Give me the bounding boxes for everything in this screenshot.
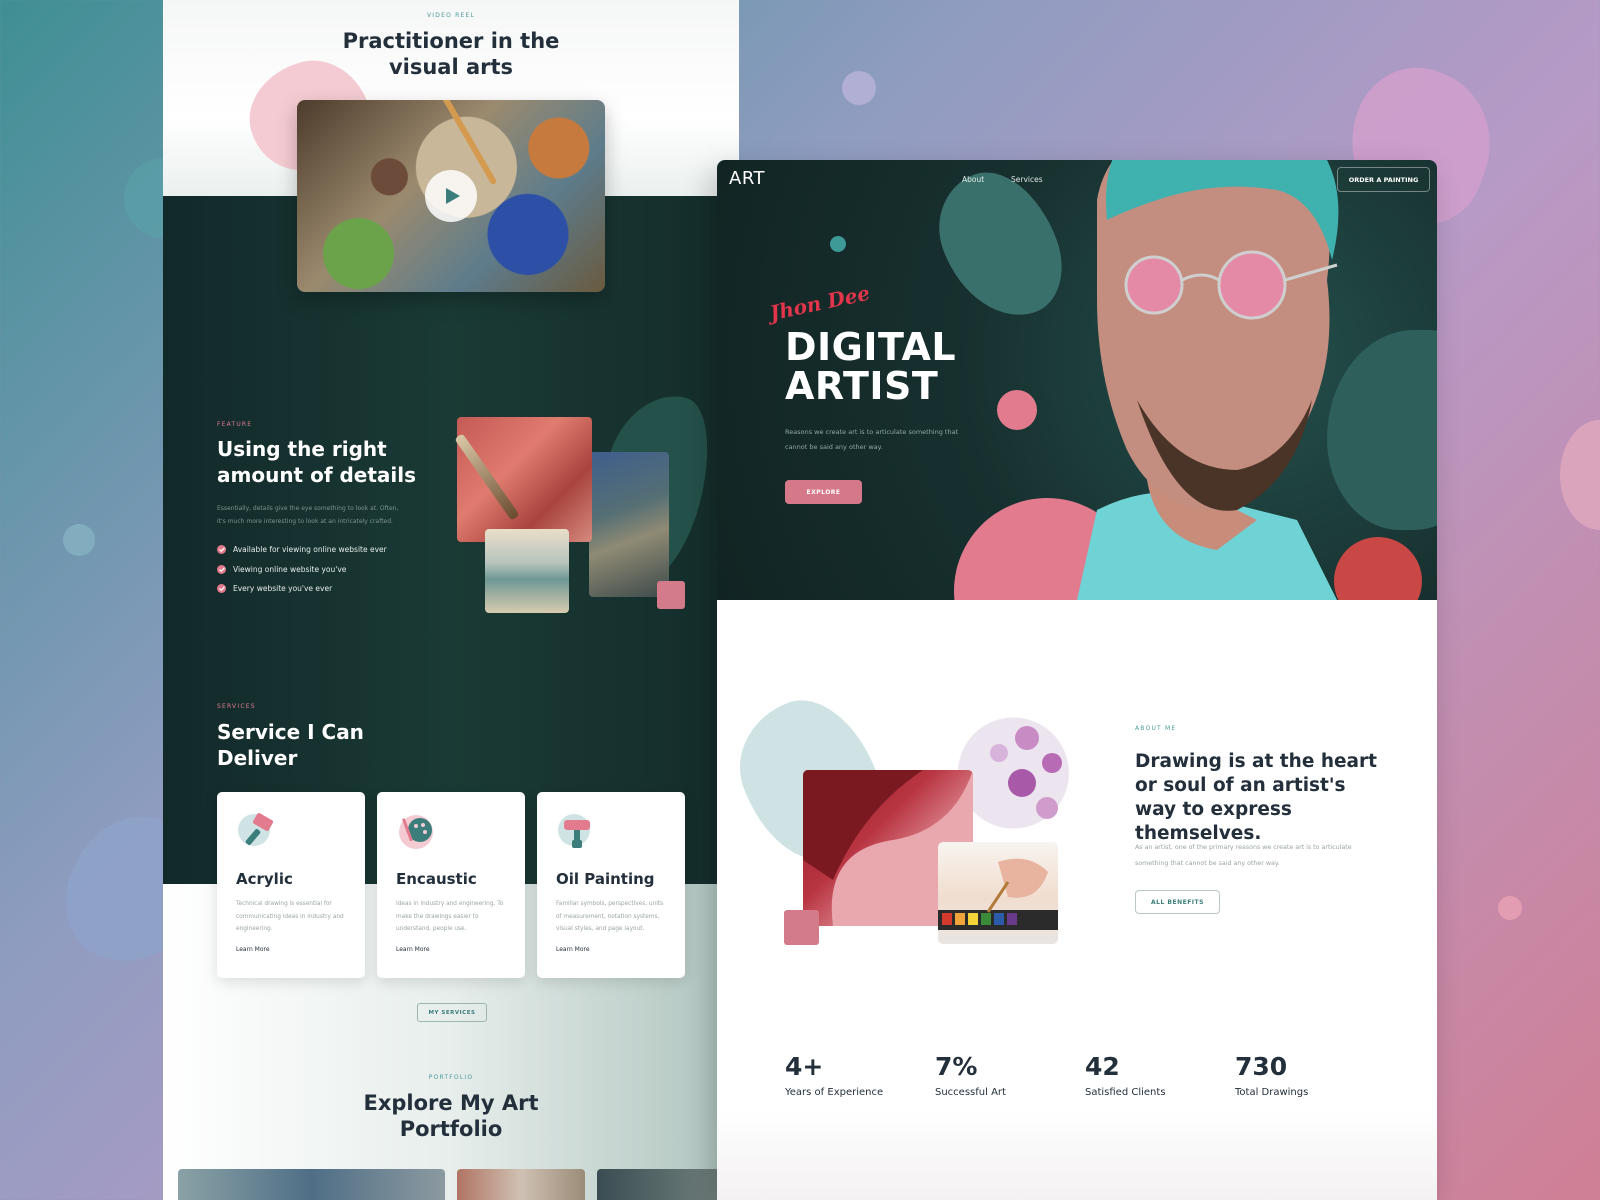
feature-image-workshop bbox=[589, 452, 669, 597]
service-description: Ideas in industry and engineering. To ma… bbox=[396, 901, 504, 932]
learn-more-link[interactable]: Learn More bbox=[236, 946, 270, 953]
stat-label: Years of Experience bbox=[785, 1087, 884, 1098]
check-icon bbox=[217, 584, 226, 594]
nav-item-about[interactable]: About bbox=[962, 175, 984, 184]
video-reel-title-line2: visual arts bbox=[388, 55, 514, 79]
feature-eyebrow: FEATURE bbox=[217, 421, 253, 428]
paint-roller-icon bbox=[236, 810, 280, 854]
all-benefits-button[interactable]: ALL BENEFITS bbox=[1135, 890, 1220, 914]
bg-dot-top bbox=[842, 71, 876, 105]
stat-clients: 42 Satisfied Clients bbox=[1085, 1052, 1166, 1098]
order-painting-button[interactable]: ORDER A PAINTING bbox=[1337, 167, 1430, 192]
check-icon bbox=[217, 564, 226, 574]
about-description: As an artist, one of the primary reasons… bbox=[1135, 844, 1352, 867]
hero-description: Reasons we create art is to articulate s… bbox=[785, 428, 959, 451]
learn-more-link[interactable]: Learn More bbox=[396, 946, 430, 953]
list-item: Viewing online website you've bbox=[217, 560, 387, 580]
bg-dot-right bbox=[1498, 896, 1522, 920]
service-name: Acrylic bbox=[236, 870, 293, 888]
video-thumbnail[interactable] bbox=[297, 100, 605, 292]
bg-dot-left bbox=[63, 524, 95, 556]
stat-value: 42 bbox=[1085, 1052, 1120, 1081]
stat-label: Successful Art bbox=[935, 1087, 1006, 1098]
stat-value: 730 bbox=[1235, 1052, 1288, 1081]
feature-list: Available for viewing online website eve… bbox=[217, 540, 387, 599]
portfolio-thumbnail[interactable] bbox=[457, 1169, 585, 1200]
portfolio-eyebrow: PORTFOLIO bbox=[428, 1074, 474, 1081]
service-card-oil-painting[interactable]: Oil Painting Familiar symbols, perspecti… bbox=[537, 792, 685, 978]
about-image-watercolor bbox=[938, 842, 1058, 944]
hero-section: ART About Services ORDER A PAINTING Jhon… bbox=[717, 160, 1437, 600]
paint-bucket-icon bbox=[556, 810, 600, 854]
portfolio-title-line2: Portfolio bbox=[399, 1117, 503, 1141]
stat-drawings: 730 Total Drawings bbox=[1235, 1052, 1308, 1098]
my-services-button[interactable]: MY SERVICES bbox=[417, 1003, 487, 1022]
list-item-label: Available for viewing online website eve… bbox=[233, 545, 387, 555]
feature-image-texture bbox=[485, 529, 569, 613]
stat-label: Satisfied Clients bbox=[1085, 1087, 1166, 1098]
video-reel-title: Practitioner in the visual arts bbox=[163, 28, 739, 80]
stat-label: Total Drawings bbox=[1235, 1087, 1309, 1098]
explore-button[interactable]: EXPLORE bbox=[785, 480, 862, 504]
services-title: Service I Can Deliver bbox=[217, 719, 417, 771]
list-item: Every website you've ever bbox=[217, 579, 387, 599]
list-item-label: Every website you've ever bbox=[233, 584, 333, 594]
stat-value: 7% bbox=[935, 1052, 978, 1081]
video-reel-eyebrow: VIDEO REEL bbox=[426, 12, 475, 19]
bg-blob-right bbox=[1560, 420, 1600, 530]
video-reel-title-line1: Practitioner in the bbox=[342, 29, 560, 53]
about-title: Drawing is at the heart or soul of an ar… bbox=[1135, 751, 1377, 844]
nav-item-services[interactable]: Services bbox=[1011, 175, 1043, 184]
stat-value: 4+ bbox=[785, 1052, 824, 1081]
script-signature: Jhon Dee bbox=[767, 280, 873, 326]
learn-more-link[interactable]: Learn More bbox=[556, 946, 590, 953]
stat-success: 7% Successful Art bbox=[935, 1052, 1006, 1098]
hero-title: DIGITAL ARTIST bbox=[785, 328, 956, 406]
decorative-square bbox=[784, 910, 819, 945]
right-page-mockup: ART About Services ORDER A PAINTING Jhon… bbox=[717, 160, 1437, 1200]
feature-title: Using the right amount of details bbox=[217, 436, 437, 488]
stat-years: 4+ Years of Experience bbox=[785, 1052, 883, 1098]
service-description: Technical drawing is essential for commu… bbox=[236, 901, 344, 932]
services-eyebrow: SERVICES bbox=[217, 703, 256, 710]
about-eyebrow: ABOUT ME bbox=[1135, 725, 1177, 732]
service-name: Oil Painting bbox=[556, 870, 655, 888]
feature-title-line2: amount of details bbox=[217, 463, 417, 487]
services-title-line1: Service I Can bbox=[217, 720, 364, 744]
portfolio-thumbnail[interactable] bbox=[178, 1169, 445, 1200]
portfolio-title: Explore My Art Portfolio bbox=[163, 1090, 739, 1142]
play-button[interactable] bbox=[425, 170, 477, 222]
play-icon bbox=[446, 188, 460, 204]
artist-portrait bbox=[1077, 160, 1339, 600]
service-name: Encaustic bbox=[396, 870, 477, 888]
services-title-line2: Deliver bbox=[217, 746, 298, 770]
decorative-square bbox=[657, 581, 685, 609]
service-card-acrylic[interactable]: Acrylic Technical drawing is essential f… bbox=[217, 792, 365, 978]
decorative-dot bbox=[997, 390, 1037, 430]
feature-title-line1: Using the right bbox=[217, 437, 387, 461]
hero-title-line1: DIGITAL bbox=[785, 325, 957, 369]
logo[interactable]: ART bbox=[729, 168, 765, 189]
list-item-label: Viewing online website you've bbox=[233, 564, 347, 574]
portfolio-title-line1: Explore My Art bbox=[363, 1091, 539, 1115]
service-card-encaustic[interactable]: Encaustic Ideas in industry and engineer… bbox=[377, 792, 525, 978]
decorative-dot bbox=[830, 236, 846, 252]
hero-title-line2: ARTIST bbox=[785, 364, 939, 408]
service-description: Familiar symbols, perspectives, units of… bbox=[556, 901, 664, 932]
list-item: Available for viewing online website eve… bbox=[217, 540, 387, 560]
feature-description: Essentially, details give the eye someth… bbox=[217, 505, 399, 525]
left-page-mockup: VIDEO REEL Practitioner in the visual ar… bbox=[163, 0, 739, 1200]
check-icon bbox=[217, 545, 226, 555]
palette-icon bbox=[396, 810, 440, 854]
feature-image-brushes bbox=[457, 417, 592, 542]
